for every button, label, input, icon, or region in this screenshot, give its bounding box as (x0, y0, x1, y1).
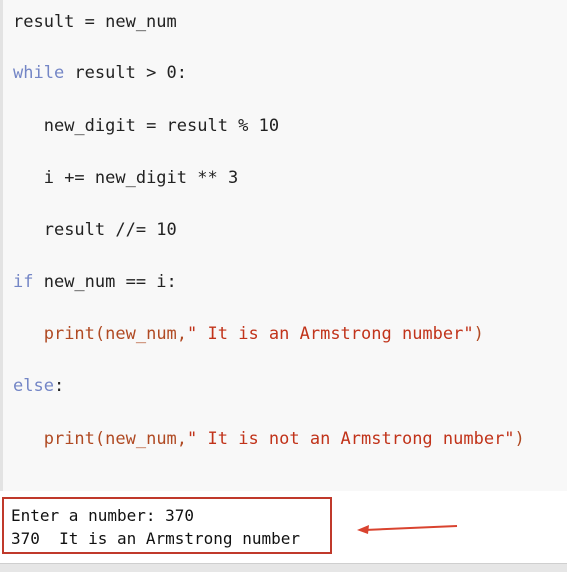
code-token: result > 0: (64, 63, 188, 83)
code-line: if new_num == i: (13, 272, 177, 292)
code-token: (new_num, (94, 429, 188, 449)
code-token: result = new_num (13, 12, 177, 32)
code-token: " It is not an Armstrong number" (187, 429, 515, 449)
code-line: print(new_num," It is not an Armstrong n… (13, 429, 525, 449)
code-token: : (53, 376, 65, 396)
output-box: Enter a number: 370 370 It is an Armstro… (2, 497, 332, 554)
code-token: ) (514, 429, 525, 449)
arrow-icon (357, 525, 458, 534)
code-token: else (13, 376, 54, 396)
code-token: (new_num, (94, 324, 188, 344)
code-line: new_digit = result % 10 (13, 116, 279, 136)
code-token: ) (473, 324, 484, 344)
code-token: new_digit = result % 10 (43, 116, 280, 136)
code-token: if (13, 272, 34, 292)
code-line: print(new_num," It is an Armstrong numbe… (13, 324, 484, 344)
code-token: new_num == i: (33, 272, 177, 292)
output-line-2: 370 It is an Armstrong number (11, 529, 300, 548)
code-token: i += new_digit ** 3 (43, 168, 239, 188)
code-line: while result > 0: (13, 63, 187, 83)
code-token: while (13, 63, 65, 83)
code-line: result //= 10 (13, 220, 177, 240)
code-token: result //= 10 (43, 220, 177, 240)
code-panel: result = new_numwhile result > 0: new_di… (0, 0, 567, 491)
code-token: " It is an Armstrong number" (187, 324, 474, 344)
code-line: i += new_digit ** 3 (13, 168, 238, 188)
code-line: result = new_num (13, 12, 177, 32)
code-token: print (43, 429, 95, 449)
code-line: else: (13, 376, 64, 396)
output-line-1: Enter a number: 370 (11, 506, 195, 525)
code-token: print (43, 324, 95, 344)
